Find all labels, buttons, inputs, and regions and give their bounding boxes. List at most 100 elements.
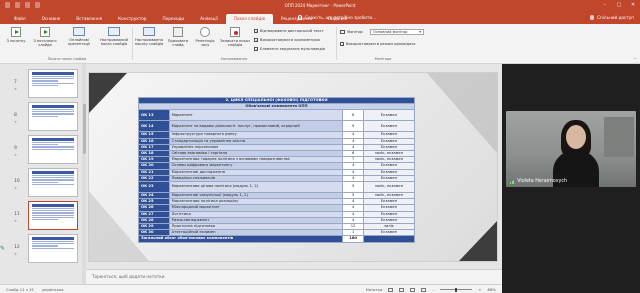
course-name: Маркетинг за видами діяльності: послуг, … bbox=[168, 120, 344, 133]
checkbox-checked-icon bbox=[254, 38, 258, 43]
transition-star-icon: ★ bbox=[14, 87, 18, 91]
share-label: Спільний доступ bbox=[597, 15, 634, 20]
zoom-out-icon[interactable]: – bbox=[432, 287, 434, 292]
slide-decoration bbox=[89, 73, 127, 113]
zoom-in-icon[interactable]: + bbox=[478, 287, 481, 292]
present-online-button[interactable]: Онлайнові презентації bbox=[62, 27, 96, 46]
custom-show-icon bbox=[108, 27, 120, 36]
hide-slide-button[interactable]: Приховати слайд bbox=[166, 27, 190, 47]
slide-thumbnail[interactable]: 12 ★ bbox=[2, 233, 80, 265]
monitor-icon bbox=[340, 30, 345, 34]
media-controls-checkbox[interactable]: Елементи керування мультимедіа bbox=[254, 47, 325, 52]
monitor-select[interactable]: Основний монітор ▾ bbox=[370, 29, 424, 35]
participant-name-tag: Violeta Heraimovych bbox=[510, 179, 567, 184]
tab-file[interactable]: Файл bbox=[6, 14, 34, 24]
tell-me-box[interactable]: Скажіть, що потрібно зробити... bbox=[298, 15, 376, 20]
table-row: ОК 23 Маркетингова цінова політика (модул… bbox=[138, 181, 416, 194]
language-indicator[interactable]: українська bbox=[42, 287, 64, 292]
setup-show-button[interactable]: Настроювання показу слайдів bbox=[134, 27, 164, 46]
transition-star-icon: ★ bbox=[14, 252, 18, 256]
thumbnail-image bbox=[28, 201, 78, 230]
assessment-form: Екзамен bbox=[362, 109, 416, 122]
lightbulb-icon bbox=[298, 15, 302, 20]
thumbnail-image bbox=[28, 234, 78, 263]
normal-view-icon[interactable] bbox=[388, 287, 394, 292]
notes-button[interactable]: Нотатки bbox=[366, 287, 383, 292]
slide-count: Слайд 11 з 15 bbox=[6, 287, 34, 292]
video-call-panel: Violeta Heraimovych bbox=[502, 64, 640, 293]
slide-thumbnail[interactable]: 10 ★ bbox=[2, 167, 80, 199]
pen-icon[interactable]: ✎ bbox=[0, 246, 6, 252]
assessment-form: залік, екзамен bbox=[362, 181, 416, 194]
thumbnail-image bbox=[28, 102, 78, 131]
close-button[interactable]: ✕ bbox=[630, 2, 636, 8]
from-beginning-button[interactable]: З початку bbox=[4, 27, 28, 43]
slideshow-view-icon[interactable] bbox=[421, 287, 427, 292]
slide-thumbnail[interactable]: 8 ★ bbox=[2, 101, 80, 133]
minimize-button[interactable]: – bbox=[602, 2, 608, 8]
course-name: Маркетинг bbox=[168, 109, 344, 122]
course-code: ОК 23 bbox=[138, 181, 170, 194]
tab-insert[interactable]: Вставлення bbox=[68, 14, 110, 24]
slide-thumbnail[interactable]: 7 ★ bbox=[2, 68, 80, 100]
course-code: ОК 14 bbox=[138, 120, 170, 133]
table-row: ОК 14 Маркетинг за видами діяльності: пос… bbox=[138, 120, 416, 133]
slide-thumbnail-selected[interactable]: 11 ★ bbox=[2, 200, 80, 232]
course-name: Маркетингова цінова політика (модуль 1, … bbox=[168, 181, 344, 194]
share-button[interactable]: Спільний доступ bbox=[590, 15, 634, 20]
slide-sorter-icon[interactable] bbox=[399, 287, 405, 292]
tell-me-text: Скажіть, що потрібно зробити... bbox=[305, 15, 377, 20]
powerpoint-window: ОПП 2024 Маркетинг - PowerPoint – ▢ ✕ Фа… bbox=[0, 0, 640, 293]
audio-level-icon bbox=[510, 179, 515, 184]
slide-decoration bbox=[427, 73, 497, 153]
checkbox-checked-icon bbox=[254, 29, 258, 34]
thumbnail-image bbox=[28, 135, 78, 164]
presenter-view-checkbox[interactable]: Використовувати режим доповідача bbox=[340, 42, 415, 47]
hide-slide-icon bbox=[173, 27, 183, 37]
assessment-form: Екзамен bbox=[362, 120, 416, 133]
record-show-button[interactable]: Записати показ слайдів bbox=[220, 27, 250, 47]
person-icon bbox=[590, 15, 595, 20]
window-controls: – ▢ ✕ bbox=[602, 2, 636, 8]
participant-figure bbox=[566, 125, 586, 149]
tab-slide-show[interactable]: Показ слайдів bbox=[225, 14, 273, 24]
rehearse-timings-button[interactable]: Репетиція часу bbox=[192, 27, 218, 47]
table-row: ОК 13 Маркетинг 6 Екзамен bbox=[138, 109, 416, 122]
tab-transitions[interactable]: Переходи bbox=[155, 14, 193, 24]
slide-decoration bbox=[459, 221, 497, 261]
rehearse-timings-icon bbox=[200, 27, 210, 37]
reading-view-icon[interactable] bbox=[410, 287, 416, 292]
current-slide[interactable]: 2. ЦИКЛ СПЕЦІАЛЬНОЇ (ФАХОВОЇ) ПІДГОТОВКИ… bbox=[88, 72, 498, 262]
tab-home[interactable]: Основне bbox=[34, 14, 69, 24]
window-title: ОПП 2024 Маркетинг - PowerPoint bbox=[284, 3, 356, 8]
table-total-row: Загальний обсяг обов'язкових компонентів… bbox=[137, 235, 416, 243]
group-label-setup: Настроювання bbox=[220, 57, 248, 61]
zoom-level[interactable]: 86% bbox=[488, 287, 496, 292]
custom-show-button[interactable]: Настроюваний показ слайдів bbox=[98, 27, 130, 46]
maximize-button[interactable]: ▢ bbox=[616, 2, 622, 8]
curriculum-table[interactable]: 2. ЦИКЛ СПЕЦІАЛЬНОЇ (ФАХОВОЇ) ПІДГОТОВКИ… bbox=[137, 96, 416, 243]
tab-design[interactable]: Конструктор bbox=[110, 14, 154, 24]
collapse-ribbon-icon[interactable]: ⌃ bbox=[634, 57, 637, 62]
group-label-monitors: Монітори bbox=[374, 57, 392, 61]
total-credits: 180 bbox=[342, 235, 364, 243]
course-credits: 6 bbox=[342, 109, 364, 122]
from-current-slide-button[interactable]: З поточного слайда bbox=[30, 27, 60, 47]
transition-star-icon: ★ bbox=[14, 120, 18, 124]
transition-star-icon: ★ bbox=[14, 219, 18, 223]
thumbnail-image bbox=[28, 69, 78, 98]
ribbon: З початку З поточного слайда Онлайнові п… bbox=[0, 24, 640, 64]
checkbox-checked-icon bbox=[254, 47, 258, 52]
course-credits: 9 bbox=[342, 120, 364, 133]
transition-star-icon: ★ bbox=[14, 186, 18, 190]
tab-animations[interactable]: Анімації bbox=[192, 14, 226, 24]
zoom-slider[interactable] bbox=[440, 287, 473, 292]
play-narrations-checkbox[interactable]: Відтворювати дикторський текст bbox=[254, 29, 324, 34]
participant-video-tile[interactable]: Violeta Heraimovych bbox=[506, 111, 636, 187]
slide-thumbnail[interactable]: 9 ★ bbox=[2, 134, 80, 166]
use-timings-checkbox[interactable]: Використовувати хронометраж bbox=[254, 38, 320, 43]
play-current-icon bbox=[40, 27, 50, 37]
setup-show-icon bbox=[143, 27, 155, 36]
notes-pane[interactable]: Торкніться, щоб додати нотатки bbox=[86, 269, 502, 284]
checkbox-checked-icon bbox=[340, 42, 344, 47]
